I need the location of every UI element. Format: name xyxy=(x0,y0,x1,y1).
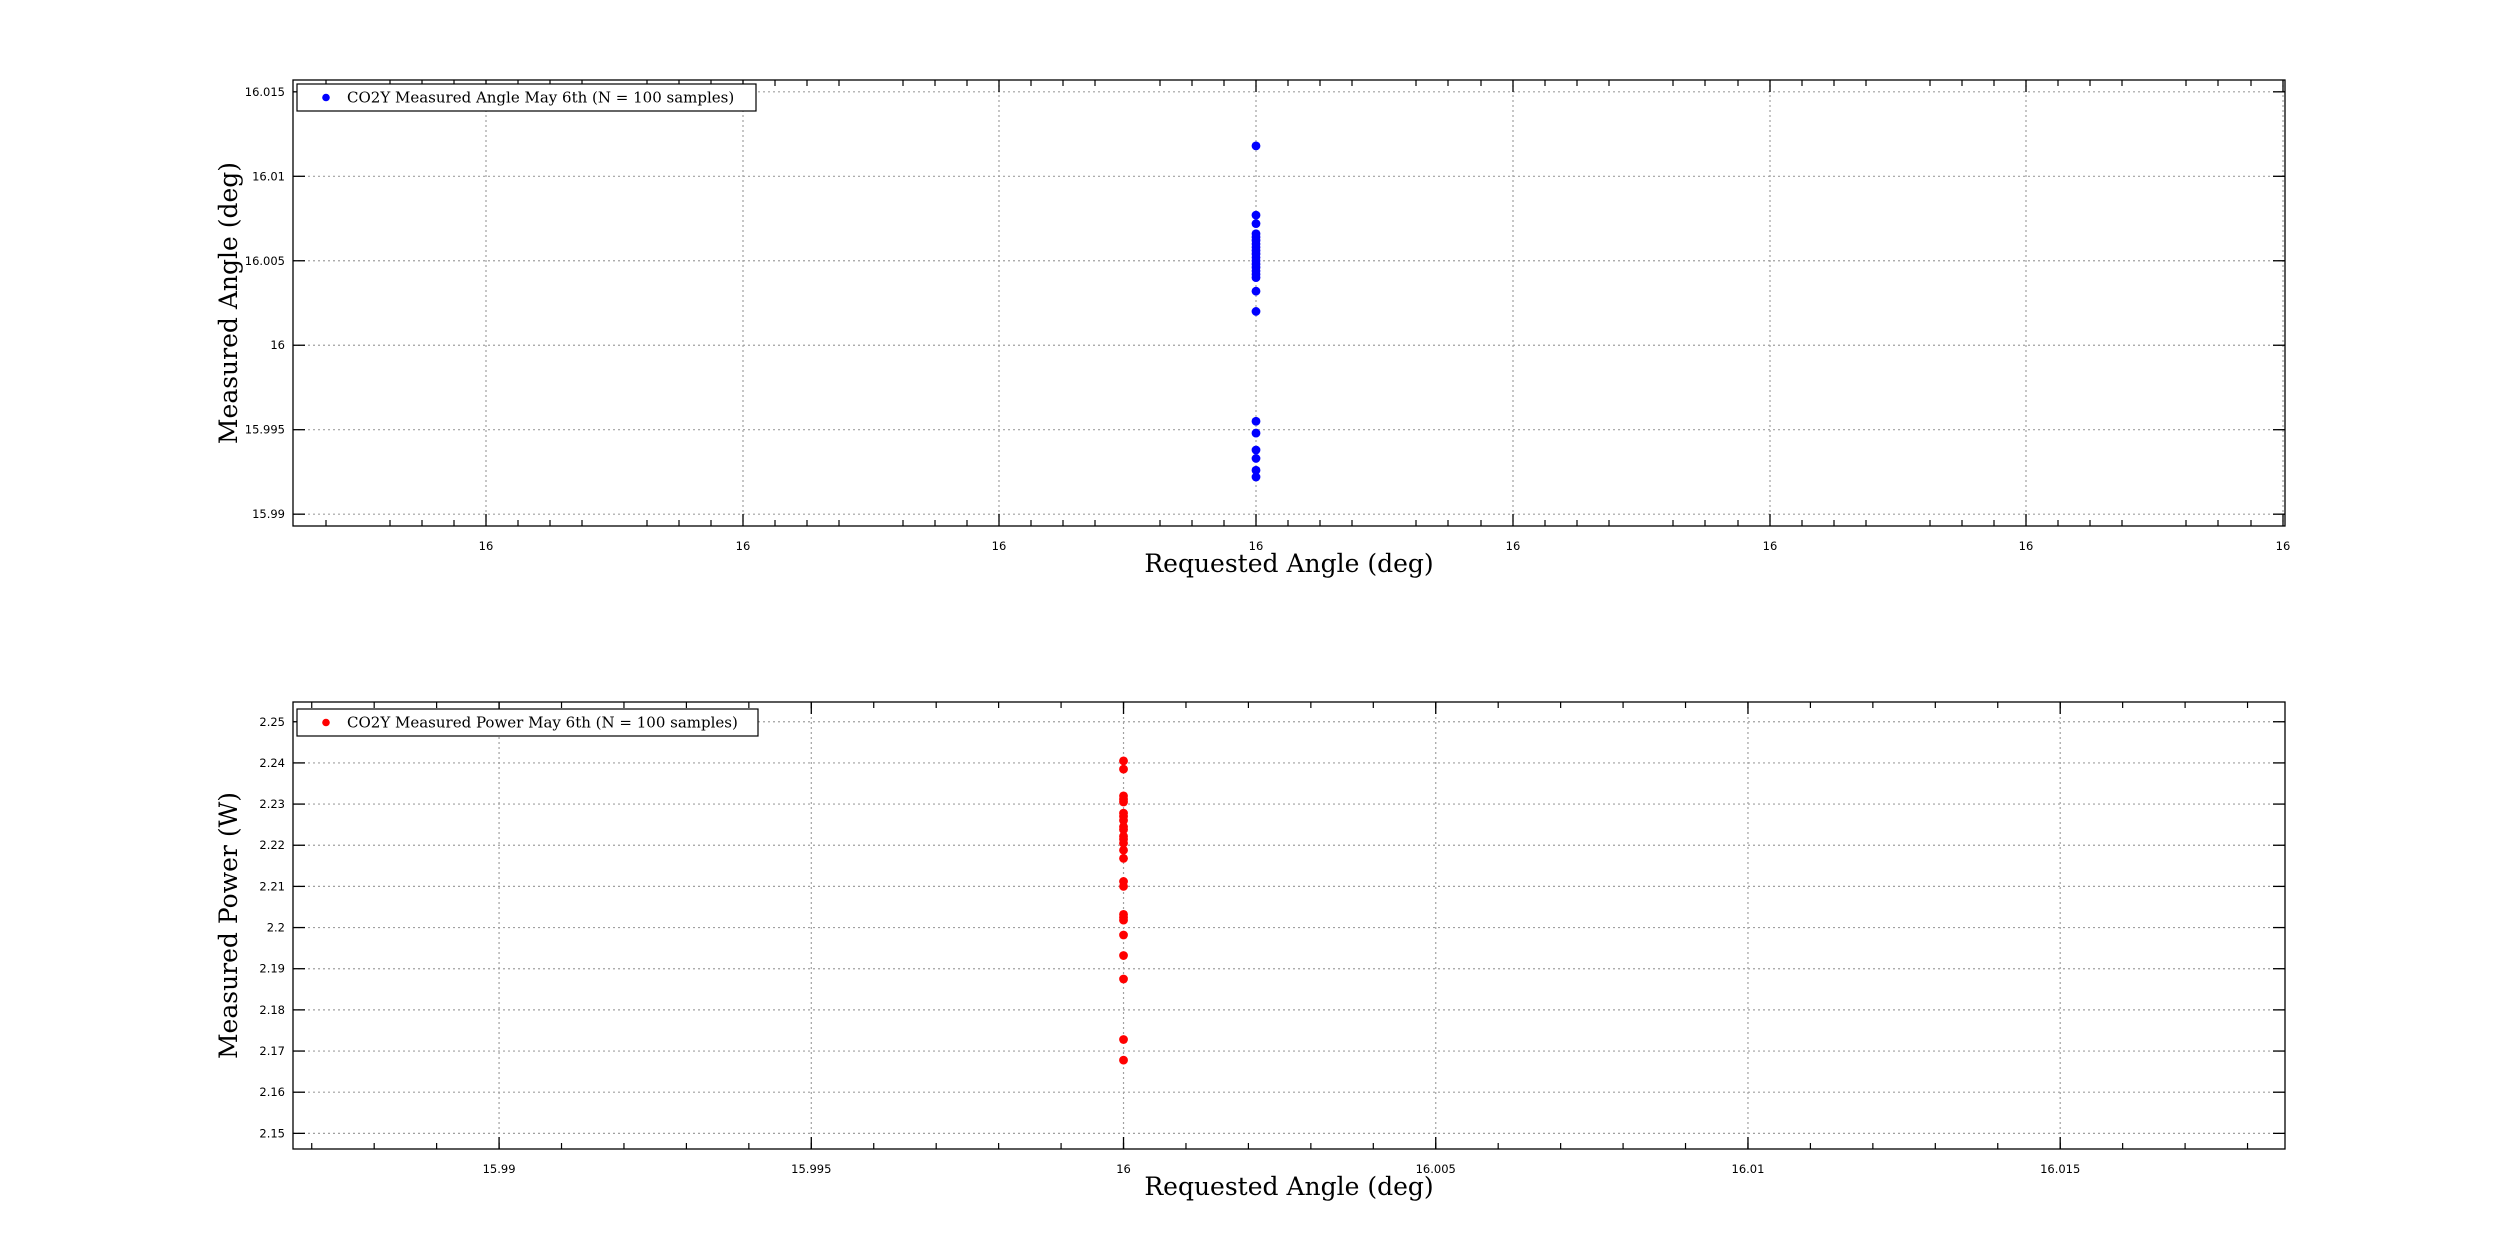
data-point xyxy=(1251,472,1261,482)
data-point xyxy=(1119,930,1128,940)
data-point xyxy=(1119,951,1128,960)
data-point xyxy=(1251,445,1261,455)
legend: CO2Y Measured Power May 6th (N = 100 sam… xyxy=(296,708,759,737)
y-tick-label: 2.2 xyxy=(267,921,285,935)
y-tick-label: 15.99 xyxy=(252,507,285,521)
data-point xyxy=(1119,915,1128,925)
grid xyxy=(293,80,2285,526)
y-tick-label: 2.17 xyxy=(259,1044,285,1058)
data-point xyxy=(1119,845,1128,855)
x-tick-label: 16 xyxy=(1506,539,1521,553)
figure: 16 16 16 16 16 16 16 16 15.99 15.995 16 16.005 16.01… xyxy=(214,79,2291,1201)
y-axis-label: Measured Power (W) xyxy=(214,792,243,1059)
data-point xyxy=(1119,764,1128,774)
y-tick-label: 15.995 xyxy=(245,423,285,437)
angle-scatter-chart: 16 16 16 16 16 16 16 1615.9915.9951616.00516.01… xyxy=(214,79,2291,578)
y-tick-label: 2.19 xyxy=(259,962,285,976)
data-point xyxy=(1251,219,1261,228)
data-point xyxy=(1251,286,1261,296)
x-tick-label: 15.99 xyxy=(483,1162,516,1176)
data-point xyxy=(1119,1055,1128,1065)
y-tick-label: 16 xyxy=(270,338,285,352)
y-tick-label: 2.21 xyxy=(259,879,285,893)
y-tick-label: 16.005 xyxy=(245,254,285,268)
data-point xyxy=(1251,307,1261,316)
x-axis-label: Requested Angle (deg) xyxy=(1144,1172,1433,1201)
y-tick-label: 2.15 xyxy=(259,1126,285,1140)
legend: CO2Y Measured Angle May 6th (N = 100 sam… xyxy=(296,83,757,112)
plot-area-frame xyxy=(292,701,2286,1150)
grid xyxy=(293,702,2285,1149)
data-point xyxy=(1251,454,1261,463)
x-tick-label: 15.995 xyxy=(791,1162,831,1176)
data-point xyxy=(1251,273,1261,283)
y-tick-label: 2.25 xyxy=(259,715,285,729)
y-tick-label: 16.015 xyxy=(245,85,285,99)
data-point xyxy=(1119,881,1128,891)
x-tick-label: 16 xyxy=(992,539,1007,553)
x-axis-label: Requested Angle (deg) xyxy=(1144,549,1433,578)
x-tick-label: 16 xyxy=(1116,1162,1131,1176)
x-tick-label: 16 xyxy=(1763,539,1778,553)
legend-label: CO2Y Measured Power May 6th (N = 100 sam… xyxy=(347,714,738,732)
data-point xyxy=(1119,797,1128,807)
legend-marker xyxy=(322,93,330,102)
x-tick-label: 16.01 xyxy=(1732,1162,1765,1176)
x-tick-label: 16 xyxy=(479,539,494,553)
y-tick-label: 2.23 xyxy=(259,797,285,811)
y-tick-label: 2.18 xyxy=(259,1003,285,1017)
data-point xyxy=(1251,428,1261,438)
y-axis-label: Measured Angle (deg) xyxy=(214,162,243,444)
y-tick-label: 2.24 xyxy=(259,756,285,770)
data-point xyxy=(1119,854,1128,863)
data-point xyxy=(1119,974,1128,984)
y-tick-label: 2.16 xyxy=(259,1085,285,1099)
data-point xyxy=(1119,756,1128,766)
x-tick-label: 16 xyxy=(2019,539,2034,553)
data-point xyxy=(1251,141,1261,151)
data-point xyxy=(1119,1035,1128,1044)
data-point xyxy=(1251,210,1261,220)
x-tick-label: 16 xyxy=(2276,539,2291,553)
legend-marker xyxy=(322,718,330,727)
y-tick-label: 16.01 xyxy=(252,169,285,183)
plot-area-frame xyxy=(292,79,2286,527)
y-tick-label: 2.22 xyxy=(259,838,285,852)
x-tick-label: 16 xyxy=(736,539,751,553)
legend-label: CO2Y Measured Angle May 6th (N = 100 sam… xyxy=(347,89,734,107)
x-tick-label: 16.015 xyxy=(2040,1162,2080,1176)
power-scatter-chart: 15.99 15.995 16 16.005 16.01 16.0152.152.162.… xyxy=(214,701,2286,1201)
data-point xyxy=(1251,416,1261,426)
series-points xyxy=(1251,141,1261,482)
